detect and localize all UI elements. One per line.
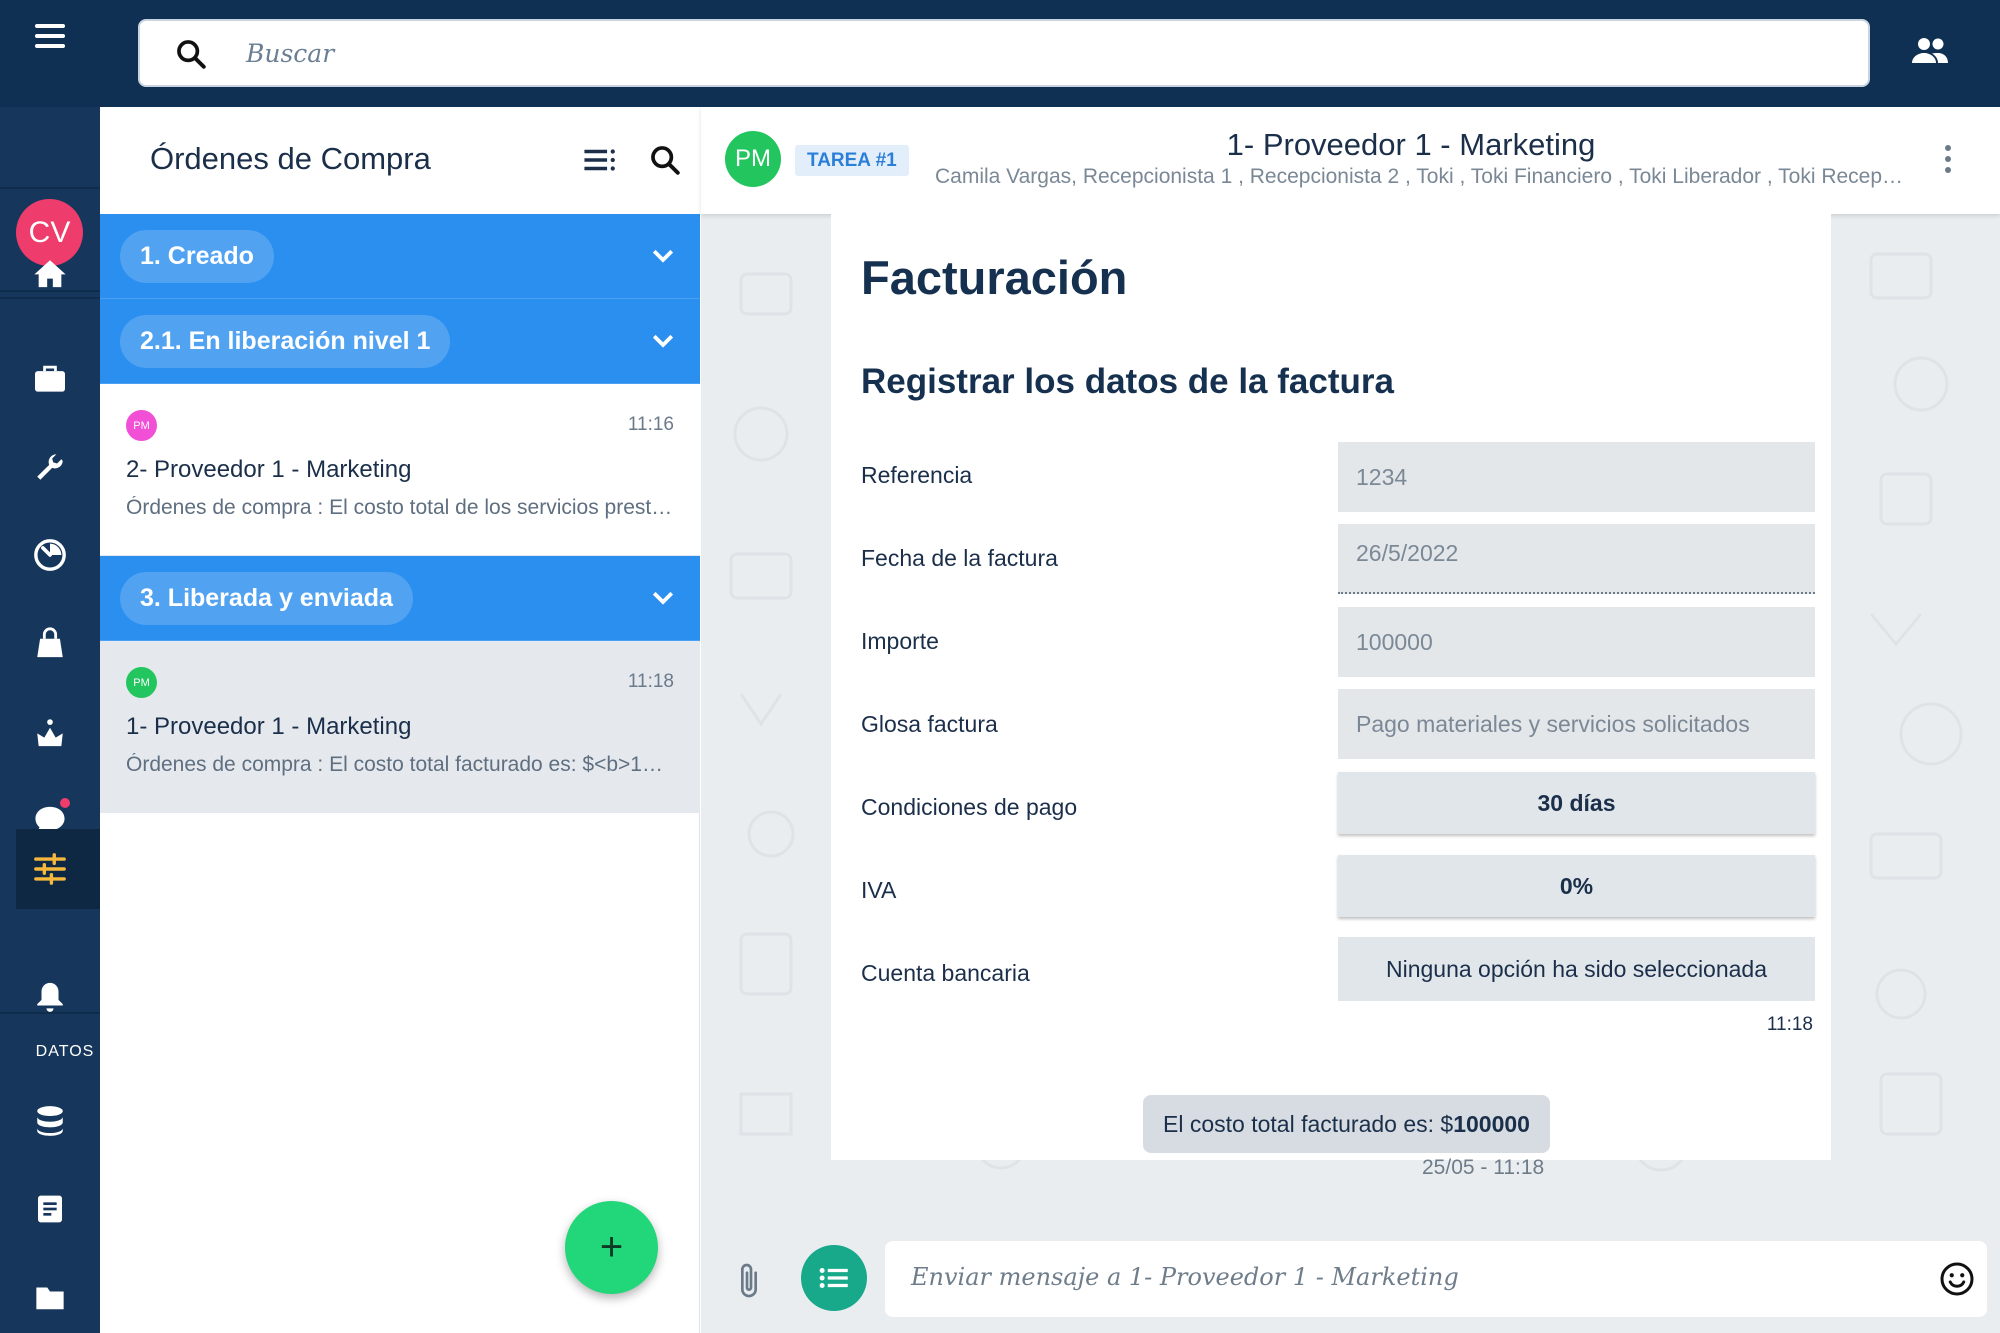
field-label-bank-account: Cuenta bancaria	[861, 960, 1030, 986]
database-icon	[37, 1106, 63, 1136]
chevron-down-icon[interactable]	[648, 325, 678, 355]
group-header-released-sent[interactable]: 3. Liberada y enviada	[100, 556, 700, 641]
message-text: El costo total facturado es: $	[1163, 1110, 1454, 1137]
participants-list: Camila Vargas, Recepcionista 1 , Recepci…	[935, 165, 1910, 188]
message-amount: 100000	[1453, 1110, 1530, 1137]
reference-field[interactable]: 1234	[1338, 442, 1815, 512]
filter-list-icon[interactable]	[583, 147, 617, 173]
search-icon	[177, 40, 206, 69]
rail-divider	[0, 290, 100, 292]
group-label: 2.1. En liberación nivel 1	[120, 315, 451, 368]
document-icon	[38, 1195, 62, 1223]
top-bar: Buscar	[0, 0, 2000, 107]
emoji-icon[interactable]	[1939, 1261, 1975, 1297]
group-label: 3. Liberada y enviada	[120, 572, 413, 625]
nav-briefcase[interactable]	[0, 338, 100, 418]
list-icon	[819, 1268, 848, 1288]
message-timestamp: 25/05 - 11:18	[1422, 1156, 1545, 1179]
field-label-invoice-date: Fecha de la factura	[861, 545, 1058, 571]
nav-documents[interactable]	[0, 1169, 100, 1249]
payment-terms-select[interactable]: 30 días	[1338, 772, 1815, 834]
group-label: 1. Creado	[120, 230, 274, 283]
gauge-icon	[34, 539, 66, 571]
conversation-header: PM TAREA #1 1- Proveedor 1 - Marketing C…	[701, 107, 2000, 214]
message-bubble: El costo total facturado es: $100000	[1143, 1095, 1550, 1153]
nav-dashboard[interactable]	[0, 515, 100, 595]
field-label-reference: Referencia	[861, 462, 973, 488]
item-title: 2- Proveedor 1 - Marketing	[126, 456, 412, 483]
hamburger-menu-icon[interactable]	[30, 16, 70, 56]
avatar: PM	[126, 667, 157, 698]
search-placeholder: Buscar	[246, 39, 335, 68]
item-title: 1- Proveedor 1 - Marketing	[126, 713, 412, 740]
sliders-icon	[34, 853, 66, 885]
group-header-created[interactable]: 1. Creado	[100, 214, 700, 299]
briefcase-icon	[35, 365, 65, 392]
folder-icon	[36, 1287, 64, 1310]
nav-notifications[interactable]	[0, 957, 100, 1037]
avatar: PM	[126, 410, 157, 441]
home-icon	[34, 260, 66, 288]
bell-icon	[37, 982, 63, 1012]
list-item-selected[interactable]: PM 11:18 1- Proveedor 1 - Marketing Órde…	[100, 641, 700, 813]
notification-dot	[60, 251, 70, 261]
orders-list-pane: Órdenes de Compra 1. Creado 2.1. En libe…	[100, 107, 700, 1333]
notification-dot	[60, 798, 70, 808]
item-time: 11:16	[627, 414, 674, 435]
rail-section-label: DATOS	[35, 1043, 95, 1060]
field-label-payment-terms: Condiciones de pago	[861, 794, 1078, 820]
vat-select[interactable]: 0%	[1338, 855, 1815, 917]
invoice-date-field[interactable]: 26/5/2022	[1338, 524, 1815, 594]
list-title: Órdenes de Compra	[150, 141, 431, 176]
field-label-amount: Importe	[861, 628, 939, 654]
amount-field[interactable]: 100000	[1338, 607, 1815, 677]
invoice-form-card: Facturación Registrar los datos de la fa…	[831, 214, 1831, 1160]
item-preview: Órdenes de compra : El costo total factu…	[126, 753, 674, 776]
search-icon[interactable]	[648, 143, 682, 177]
bank-account-select[interactable]: Ninguna opción ha sido seleccionada	[1338, 937, 1815, 1001]
nav-settings-active[interactable]	[16, 829, 100, 909]
form-subtitle: Registrar los datos de la factura	[861, 362, 1394, 401]
options-list-button[interactable]	[801, 1245, 867, 1311]
item-preview: Órdenes de compra : El costo total de lo…	[126, 496, 674, 519]
search-input[interactable]: Buscar	[138, 19, 1870, 87]
add-button[interactable]: +	[565, 1201, 658, 1294]
message-input[interactable]: Enviar mensaje a 1- Proveedor 1 - Market…	[885, 1241, 1987, 1317]
bag-icon	[37, 627, 63, 658]
nav-shopping[interactable]	[0, 603, 100, 683]
field-label-invoice-gloss: Glosa factura	[861, 711, 998, 737]
attachment-icon[interactable]	[737, 1261, 761, 1301]
more-options-icon[interactable]	[1945, 145, 1953, 173]
form-timestamp: 11:18	[1766, 1014, 1813, 1035]
invoice-gloss-field[interactable]: Pago materiales y servicios solicitados	[1338, 689, 1815, 759]
chevron-down-icon[interactable]	[648, 240, 678, 270]
message-composer: Enviar mensaje a 1- Proveedor 1 - Market…	[701, 1225, 2000, 1333]
navigation-rail: CV DATOS	[0, 107, 100, 1333]
nav-tools[interactable]	[0, 427, 100, 507]
rail-divider	[0, 1012, 100, 1014]
nav-home[interactable]	[0, 233, 100, 313]
nav-database[interactable]	[0, 1081, 100, 1161]
form-title: Facturación	[861, 251, 1128, 304]
list-header: Órdenes de Compra	[100, 107, 700, 214]
nav-folders[interactable]	[0, 1257, 100, 1333]
list-item[interactable]: PM 11:16 2- Proveedor 1 - Marketing Órde…	[100, 384, 700, 556]
conversation-title: 1- Proveedor 1 - Marketing	[1226, 127, 1596, 162]
people-icon[interactable]	[1910, 35, 1950, 67]
chevron-down-icon[interactable]	[648, 582, 678, 612]
group-header-release-level-1[interactable]: 2.1. En liberación nivel 1	[100, 299, 700, 384]
wrench-icon	[37, 454, 63, 480]
nav-premium[interactable]	[0, 692, 100, 772]
field-label-vat: IVA	[861, 877, 897, 903]
conversation-pane: PM TAREA #1 1- Proveedor 1 - Marketing C…	[701, 107, 2000, 1333]
message-placeholder: Enviar mensaje a 1- Proveedor 1 - Market…	[911, 1263, 1459, 1291]
crown-icon	[37, 719, 63, 747]
item-time: 11:18	[627, 671, 674, 692]
rail-divider	[0, 187, 100, 189]
